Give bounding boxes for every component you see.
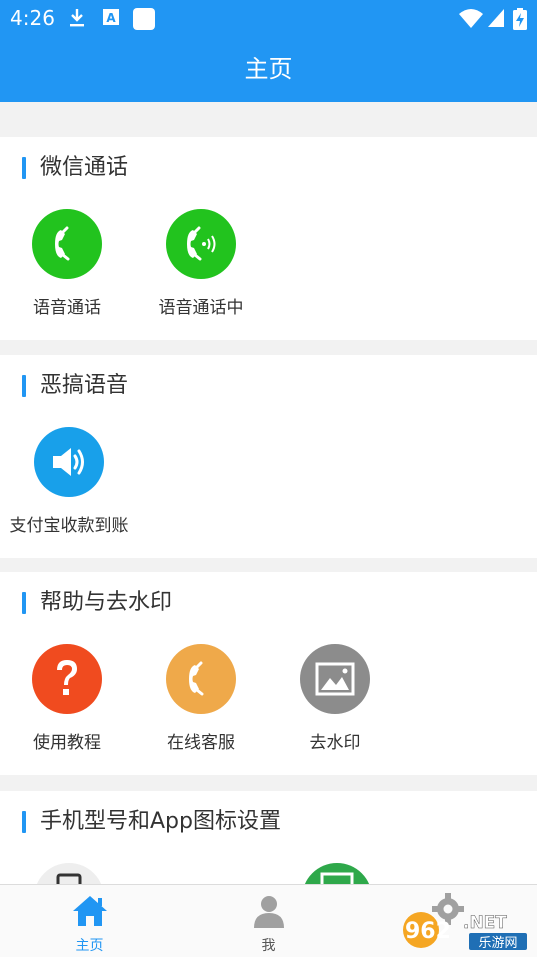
status-time: 4:26 <box>10 6 55 30</box>
item-label: 语音通话中 <box>158 298 244 318</box>
remove-watermark-button[interactable]: 去水印 <box>268 644 402 753</box>
section-title: 帮助与去水印 <box>22 588 172 618</box>
phone-icon <box>166 644 236 714</box>
tab-me[interactable]: 我 <box>179 885 358 955</box>
customer-service-button[interactable]: 在线客服 <box>134 644 268 753</box>
svg-text:乐游网: 乐游网 <box>478 936 517 951</box>
person-icon <box>253 896 284 928</box>
item-label: 使用教程 <box>33 733 101 753</box>
item-label: 去水印 <box>309 733 361 753</box>
download-icon <box>70 9 84 27</box>
tab-label: 我 <box>261 938 276 954</box>
battery-charging-icon <box>513 8 527 30</box>
tutorial-button[interactable]: 使用教程 <box>0 644 134 753</box>
section-phone-model: 手机型号和App图标设置 <box>0 791 537 884</box>
alipay-received-button[interactable]: 支付宝收款到账 <box>2 427 136 536</box>
tab-home[interactable]: 主页 <box>0 885 179 955</box>
section-title: 手机型号和App图标设置 <box>22 807 281 837</box>
section-wechat-call: 微信通话 语音通话 语音通话中 <box>0 137 537 340</box>
svg-text:.NET: .NET <box>463 913 507 933</box>
phone-active-icon <box>166 209 236 279</box>
item-label: 支付宝收款到账 <box>9 516 129 536</box>
a-badge-icon: A <box>103 9 119 25</box>
phone-icon <box>32 209 102 279</box>
svg-text:962: 962 <box>405 919 451 944</box>
speaker-icon <box>34 427 104 497</box>
svg-text:A: A <box>106 11 116 25</box>
voice-call-active-button[interactable]: 语音通话中 <box>134 209 268 318</box>
app-title-bar: 主页 <box>0 36 537 102</box>
image-icon <box>300 644 370 714</box>
home-icon <box>72 896 107 926</box>
item-label: 在线客服 <box>167 733 235 753</box>
question-icon <box>32 644 102 714</box>
status-bar: 4:26 A <box>0 0 537 36</box>
square-icon <box>133 8 155 30</box>
app-icon-settings-icon[interactable] <box>302 863 372 884</box>
section-prank-voice: 恶搞语音 支付宝收款到账 <box>0 355 537 558</box>
tab-label: 主页 <box>75 938 104 954</box>
section-help-watermark: 帮助与去水印 使用教程 在线客服 去水印 <box>0 572 537 775</box>
voice-call-button[interactable]: 语音通话 <box>0 209 134 318</box>
wifi-icon <box>459 9 483 28</box>
section-title: 微信通话 <box>22 153 128 183</box>
page-title: 主页 <box>244 55 293 83</box>
item-label: 语音通话 <box>33 298 101 318</box>
signal-icon <box>488 9 504 27</box>
section-title: 恶搞语音 <box>22 371 128 401</box>
phone-model-icon[interactable] <box>34 863 104 884</box>
site-watermark-logo: 962 .NET 乐游网 <box>401 908 529 952</box>
